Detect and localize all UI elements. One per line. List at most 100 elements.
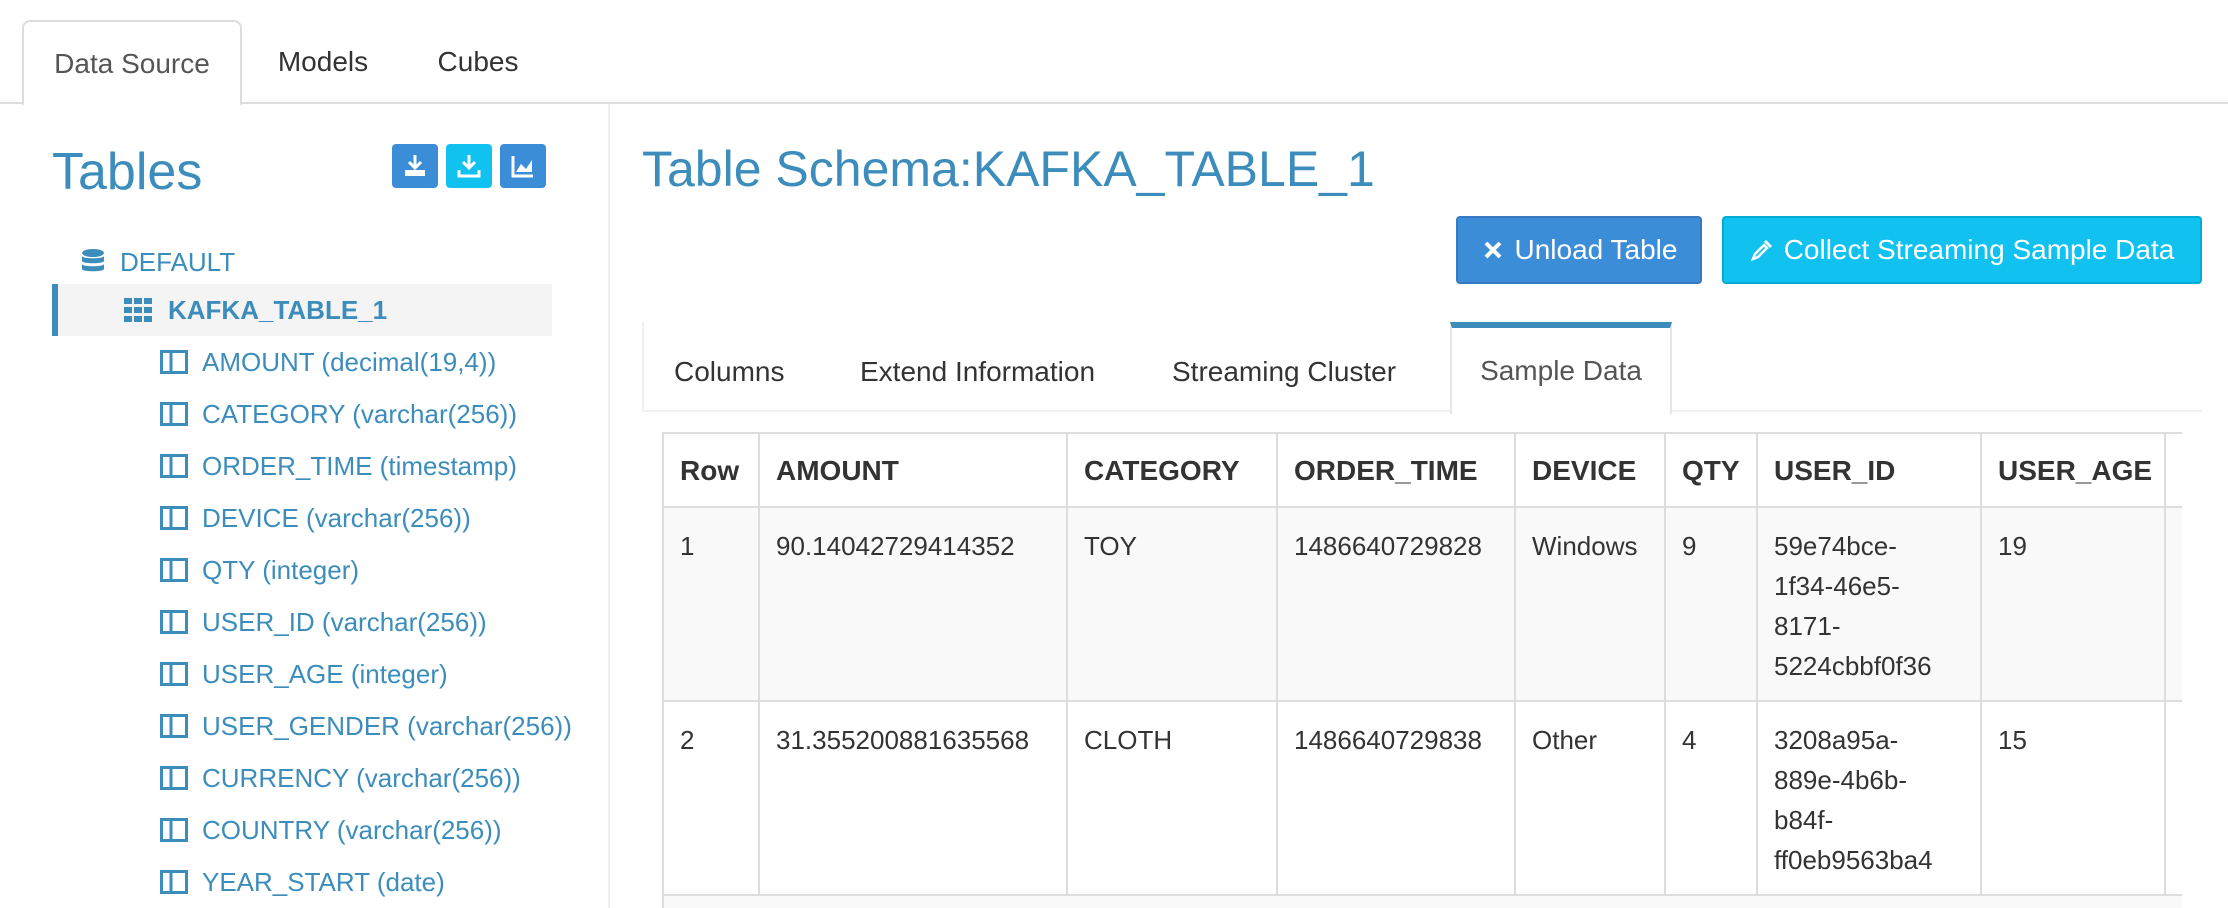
top-nav-tabs: Data Source Models Cubes xyxy=(0,0,2228,106)
tab-columns[interactable]: Columns xyxy=(674,322,784,412)
tables-title: Tables xyxy=(52,143,203,201)
load-table-button[interactable] xyxy=(392,144,438,188)
table-row-partial xyxy=(664,896,2182,908)
column-header: DEVICE xyxy=(1516,434,1666,508)
user-id-part: b84f- xyxy=(1774,805,1834,835)
column-label: YEAR_START (date) xyxy=(202,866,445,897)
database-name: DEFAULT xyxy=(120,246,236,277)
unload-table-button[interactable]: Unload Table xyxy=(1456,216,1702,284)
tables-panel: Tables DEFAULT KAFKA_TABLE_1 AMOUNT (dec… xyxy=(0,104,610,908)
table-cell-overflow xyxy=(2166,702,2182,896)
column-header: Row xyxy=(664,434,760,508)
column-icon xyxy=(160,870,188,894)
column-icon xyxy=(160,506,188,530)
table-cell: Windows xyxy=(1516,508,1666,702)
column-header: CATEGORY xyxy=(1068,434,1278,508)
column-label: QTY (integer) xyxy=(202,554,360,585)
chart-button[interactable] xyxy=(500,144,546,188)
column-icon xyxy=(160,558,188,582)
table-cell-overflow xyxy=(2166,508,2182,702)
collect-sample-data-label: Collect Streaming Sample Data xyxy=(1783,234,2175,265)
column-label: AMOUNT (decimal(19,4)) xyxy=(202,346,497,377)
column-item[interactable]: USER_GENDER (varchar(256)) xyxy=(160,700,572,752)
table-name: KAFKA_TABLE_1 xyxy=(168,294,388,325)
table-cell: CLOTH xyxy=(1068,702,1278,896)
column-label: USER_GENDER (varchar(256)) xyxy=(202,710,572,741)
unload-table-label: Unload Table xyxy=(1514,234,1678,265)
column-icon xyxy=(160,714,188,738)
column-label: ORDER_TIME (timestamp) xyxy=(202,450,517,481)
column-list: AMOUNT (decimal(19,4)) CATEGORY (varchar… xyxy=(160,336,572,908)
column-label: CATEGORY (varchar(256)) xyxy=(202,398,517,429)
database-node[interactable]: DEFAULT xyxy=(80,240,235,284)
column-label: CURRENCY (varchar(256)) xyxy=(202,762,521,793)
column-item[interactable]: CURRENCY (varchar(256)) xyxy=(160,752,572,804)
table-cell: 1 xyxy=(664,508,760,702)
chart-icon xyxy=(511,156,533,178)
tab-data-source[interactable]: Data Source xyxy=(22,20,242,106)
tab-streaming-cluster[interactable]: Streaming Cluster xyxy=(1172,322,1396,412)
column-icon xyxy=(160,350,188,374)
close-icon xyxy=(1484,241,1501,259)
tab-cubes[interactable]: Cubes xyxy=(404,20,552,104)
column-label: DEVICE (varchar(256)) xyxy=(202,502,471,533)
column-header: USER_ID xyxy=(1758,434,1982,508)
column-icon xyxy=(160,818,188,842)
table-cell: 1486640729828 xyxy=(1278,508,1516,702)
table-cell-user-id: 3208a95a- 889e-4b6b- b84f- ff0eb9563ba4 xyxy=(1758,702,1982,896)
column-icon xyxy=(160,402,188,426)
column-label: COUNTRY (varchar(256)) xyxy=(202,814,502,845)
collect-sample-data-button[interactable]: Collect Streaming Sample Data xyxy=(1722,216,2202,284)
page-title: Table Schema:KAFKA_TABLE_1 xyxy=(642,141,1375,197)
user-id-part: 1f34-46e5- xyxy=(1774,571,1900,601)
table-cell: 1486640729838 xyxy=(1278,702,1516,896)
table-cell: 9 xyxy=(1666,508,1758,702)
sample-data-table: Row AMOUNT CATEGORY ORDER_TIME DEVICE QT… xyxy=(662,432,2182,908)
column-item[interactable]: ORDER_TIME (timestamp) xyxy=(160,440,572,492)
table-cell-user-id: 59e74bce- 1f34-46e5- 8171- 5224cbbf0f36 xyxy=(1758,508,1982,702)
eyedropper-icon xyxy=(1750,240,1772,262)
table-cell: 2 xyxy=(664,702,760,896)
schema-tabs: Columns Extend Information Streaming Clu… xyxy=(642,322,2202,414)
load-table-icon xyxy=(405,155,425,176)
column-item[interactable]: QTY (integer) xyxy=(160,544,572,596)
tab-models[interactable]: Models xyxy=(262,20,384,104)
table-node-selected[interactable]: KAFKA_TABLE_1 xyxy=(52,284,552,336)
user-id-part: 59e74bce- xyxy=(1774,531,1897,561)
table-cell: 4 xyxy=(1666,702,1758,896)
user-id-part: 3208a95a- xyxy=(1774,725,1899,755)
tab-extend-information[interactable]: Extend Information xyxy=(860,322,1095,412)
table-cell: 90.14042729414352 xyxy=(760,508,1068,702)
column-icon xyxy=(160,662,188,686)
column-item[interactable]: USER_ID (varchar(256)) xyxy=(160,596,572,648)
table-cell: 15 xyxy=(1982,702,2166,896)
download-button[interactable] xyxy=(446,144,492,188)
column-item[interactable]: USER_AGE (integer) xyxy=(160,648,572,700)
user-id-part: 8171- xyxy=(1774,611,1841,641)
download-icon xyxy=(457,155,481,178)
column-item[interactable]: YEAR_START (date) xyxy=(160,856,572,908)
tab-sample-data[interactable]: Sample Data xyxy=(1450,322,1672,414)
column-item[interactable]: AMOUNT (decimal(19,4)) xyxy=(160,336,572,388)
user-id-part: ff0eb9563ba4 xyxy=(1774,845,1933,875)
column-item[interactable]: DEVICE (varchar(256)) xyxy=(160,492,572,544)
column-header: USER_AGE xyxy=(1982,434,2166,508)
user-id-part: 5224cbbf0f36 xyxy=(1774,651,1932,681)
database-icon xyxy=(82,249,104,272)
column-label: USER_AGE (integer) xyxy=(202,658,448,689)
column-label: USER_ID (varchar(256)) xyxy=(202,606,487,637)
column-item[interactable]: COUNTRY (varchar(256)) xyxy=(160,804,572,856)
table-grid-icon xyxy=(124,298,152,322)
column-header: AMOUNT xyxy=(760,434,1068,508)
table-cell: 31.355200881635568 xyxy=(760,702,1068,896)
column-header: QTY xyxy=(1666,434,1758,508)
column-icon xyxy=(160,454,188,478)
column-icon xyxy=(160,766,188,790)
column-header-overflow xyxy=(2166,434,2182,508)
table-cell: Other xyxy=(1516,702,1666,896)
table-cell: TOY xyxy=(1068,508,1278,702)
table-cell: 19 xyxy=(1982,508,2166,702)
user-id-part: 889e-4b6b- xyxy=(1774,765,1907,795)
column-item[interactable]: CATEGORY (varchar(256)) xyxy=(160,388,572,440)
column-icon xyxy=(160,610,188,634)
